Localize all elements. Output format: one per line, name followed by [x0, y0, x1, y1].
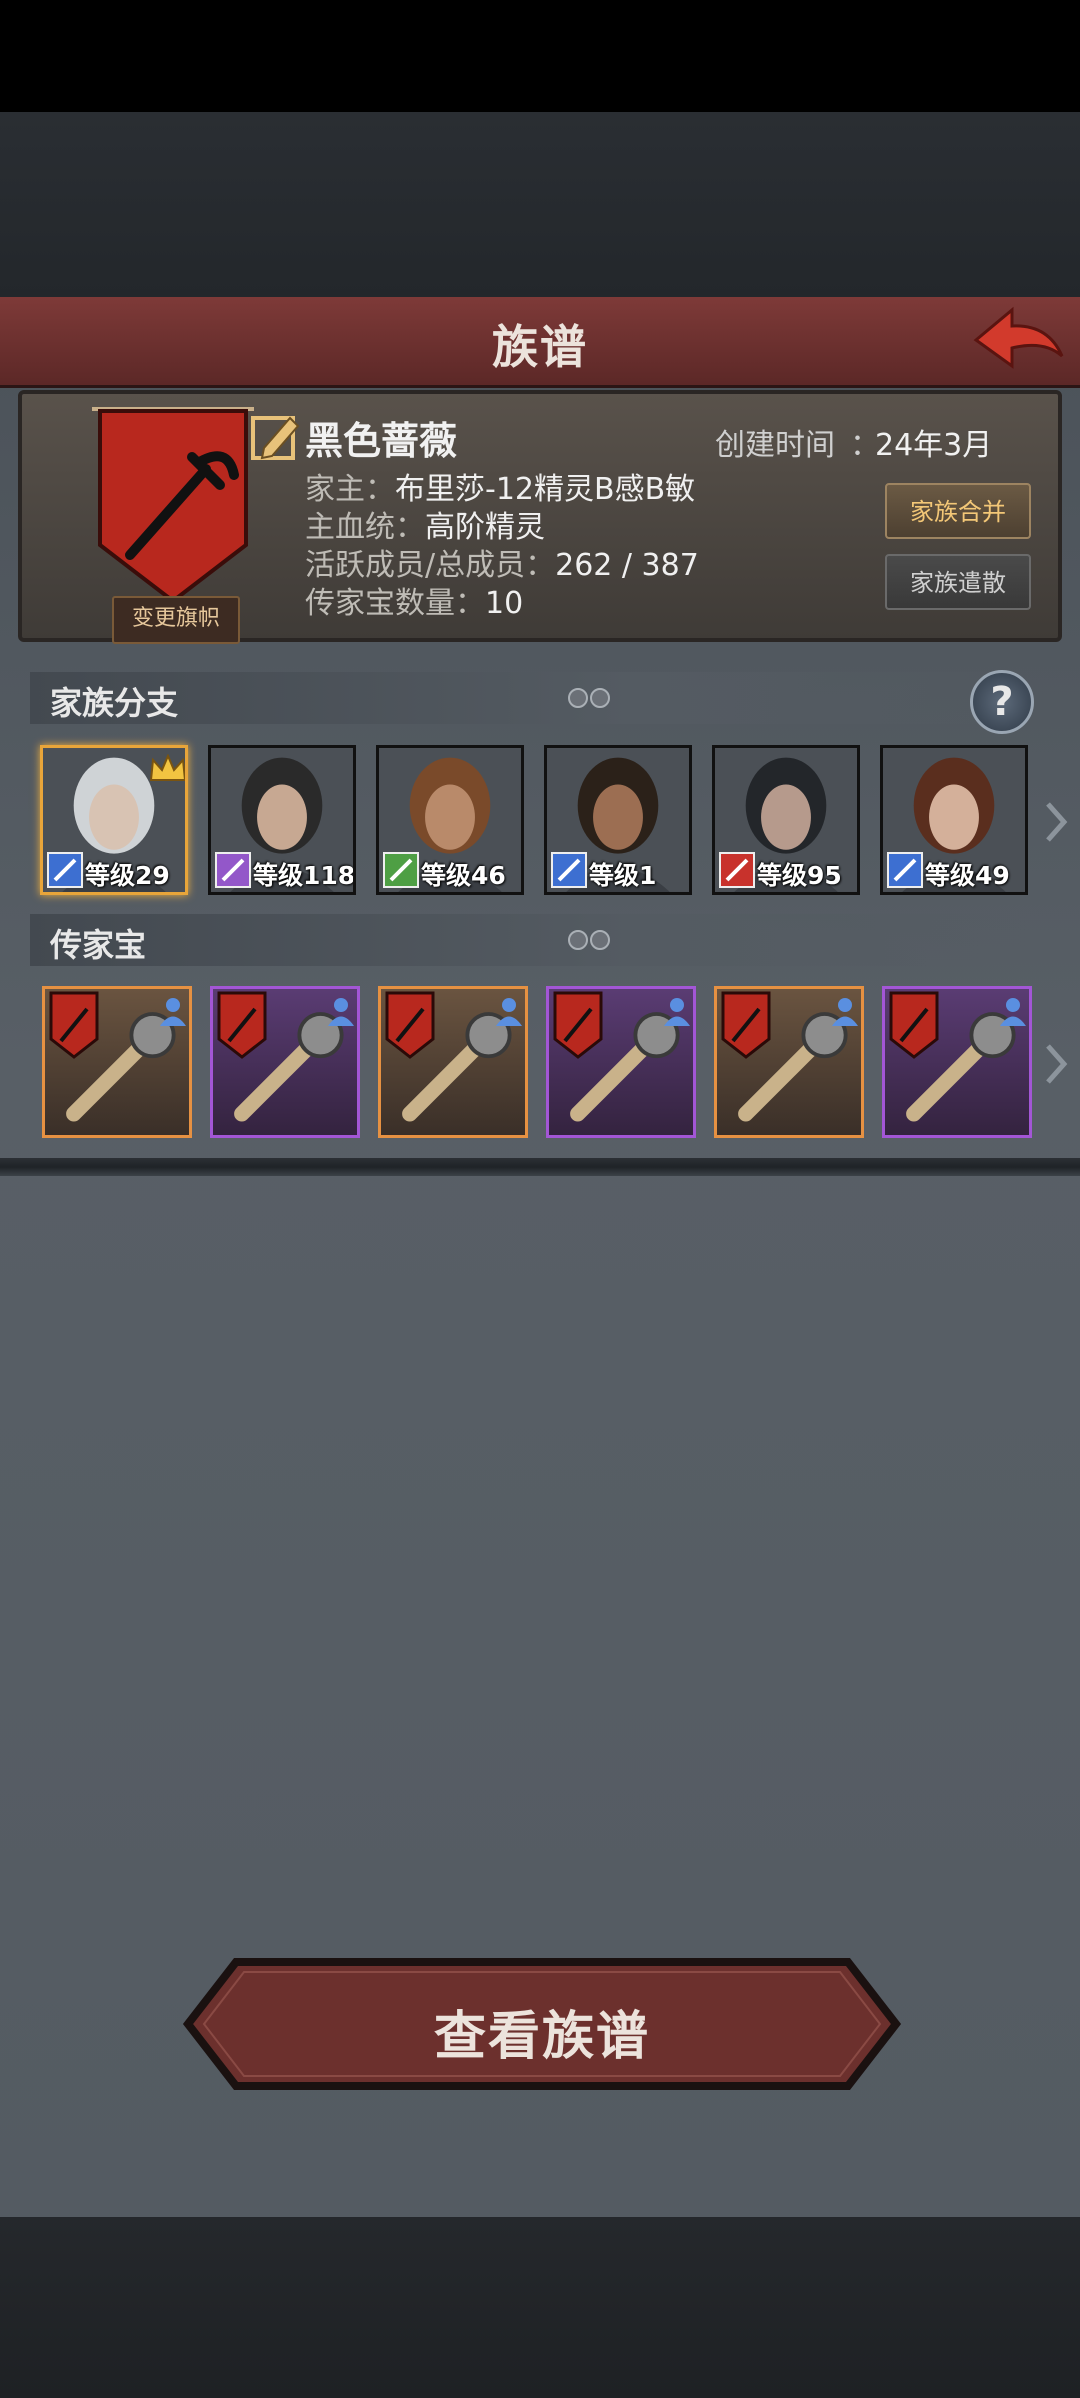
family-disband-button[interactable]: 家族遣散: [885, 554, 1031, 610]
member-level: 等级46: [421, 861, 506, 890]
back-arrow-icon: [973, 306, 1064, 369]
member-level: 等级95: [757, 861, 842, 890]
staff-star-icon: [215, 852, 251, 888]
branches-section-header: 家族分支: [30, 672, 1030, 724]
family-flag-icon: [217, 991, 267, 1059]
change-flag-button[interactable]: 变更旗帜: [112, 596, 240, 644]
member-level: 等级118: [253, 861, 356, 890]
member-portrait[interactable]: 等级95: [712, 745, 860, 895]
background-top: [0, 112, 1080, 297]
family-flag-icon: [889, 991, 939, 1059]
heirloom-item[interactable]: [714, 986, 864, 1138]
member-portrait[interactable]: 等级1: [544, 745, 692, 895]
divider: [0, 1158, 1080, 1176]
heirlooms-next-arrow-icon[interactable]: [1044, 1040, 1068, 1088]
title-bar: 族谱: [0, 297, 1080, 388]
member-level: 等级1: [589, 861, 657, 890]
person-icon: [1000, 998, 1026, 1026]
crown-icon: [149, 754, 185, 781]
person-icon: [664, 998, 690, 1026]
heirlooms-section-title: 传家宝: [50, 926, 147, 964]
bloodline-value: 高阶精灵: [425, 510, 545, 545]
heirloom-count-value: 10: [485, 586, 524, 621]
edit-name-icon[interactable]: [250, 410, 304, 464]
bloodline-line: 主血统：高阶精灵: [305, 510, 545, 546]
family-flag-icon: [721, 991, 771, 1059]
family-banner-icon[interactable]: [88, 405, 258, 615]
heirloom-item[interactable]: [42, 986, 192, 1138]
created-time-label: 创建时间: [715, 428, 835, 463]
beast-icon: [719, 852, 755, 888]
person-icon: [160, 998, 186, 1026]
person-icon: [328, 998, 354, 1026]
background-bottom: [0, 2217, 1080, 2398]
members-label: 活跃成员/总成员：: [305, 548, 556, 583]
heirloom-item[interactable]: [882, 986, 1032, 1138]
heirloom-count-line: 传家宝数量：10: [305, 586, 523, 622]
help-button[interactable]: ?: [970, 670, 1034, 734]
family-head-value: 布里莎-12精灵B感B敏: [395, 472, 696, 507]
view-family-tree-button[interactable]: 查看族谱: [182, 1956, 902, 2092]
heirloom-count-label: 传家宝数量：: [305, 586, 485, 621]
sword-icon: [47, 852, 83, 888]
page-indicator: [568, 688, 612, 712]
family-merge-button[interactable]: 家族合并: [885, 483, 1031, 539]
page-dot: [590, 930, 610, 950]
family-flag-icon: [385, 991, 435, 1059]
family-head-label: 家主：: [305, 472, 395, 507]
page-dot: [568, 930, 588, 950]
member-portrait[interactable]: 等级118: [208, 745, 356, 895]
bloodline-label: 主血统：: [305, 510, 425, 545]
person-icon: [496, 998, 522, 1026]
sword-icon: [887, 852, 923, 888]
family-flag-icon: [553, 991, 603, 1059]
created-time-value: 24年3月: [875, 428, 993, 463]
page-indicator: [568, 930, 612, 954]
view-family-tree-label: 查看族谱: [433, 2007, 650, 2067]
member-portrait[interactable]: 等级49: [880, 745, 1028, 895]
person-icon: [832, 998, 858, 1026]
page-title: 族谱: [492, 320, 588, 374]
member-level: 等级29: [85, 861, 170, 890]
member-level: 等级49: [925, 861, 1010, 890]
sword-icon: [551, 852, 587, 888]
heirloom-item[interactable]: [378, 986, 528, 1138]
heirlooms-section-header: 传家宝: [30, 914, 1030, 966]
members-line: 活跃成员/总成员：262 / 387: [305, 548, 699, 584]
member-portrait[interactable]: 等级46: [376, 745, 524, 895]
branches-section-title: 家族分支: [50, 684, 179, 722]
status-bar-area: [0, 0, 1080, 112]
page-dot: [590, 688, 610, 708]
crossed-arrows-icon: [383, 852, 419, 888]
family-flag-icon: [49, 991, 99, 1059]
family-head-line: 家主：布里莎-12精灵B感B敏: [305, 472, 695, 508]
family-name: 黑色蔷薇: [305, 419, 458, 463]
member-portrait[interactable]: 等级29: [40, 745, 188, 895]
branches-next-arrow-icon[interactable]: [1044, 798, 1068, 846]
back-button[interactable]: [968, 300, 1068, 380]
members-value: 262 / 387: [555, 548, 699, 583]
page-dot: [568, 688, 588, 708]
heirloom-item[interactable]: [546, 986, 696, 1138]
heirloom-item[interactable]: [210, 986, 360, 1138]
